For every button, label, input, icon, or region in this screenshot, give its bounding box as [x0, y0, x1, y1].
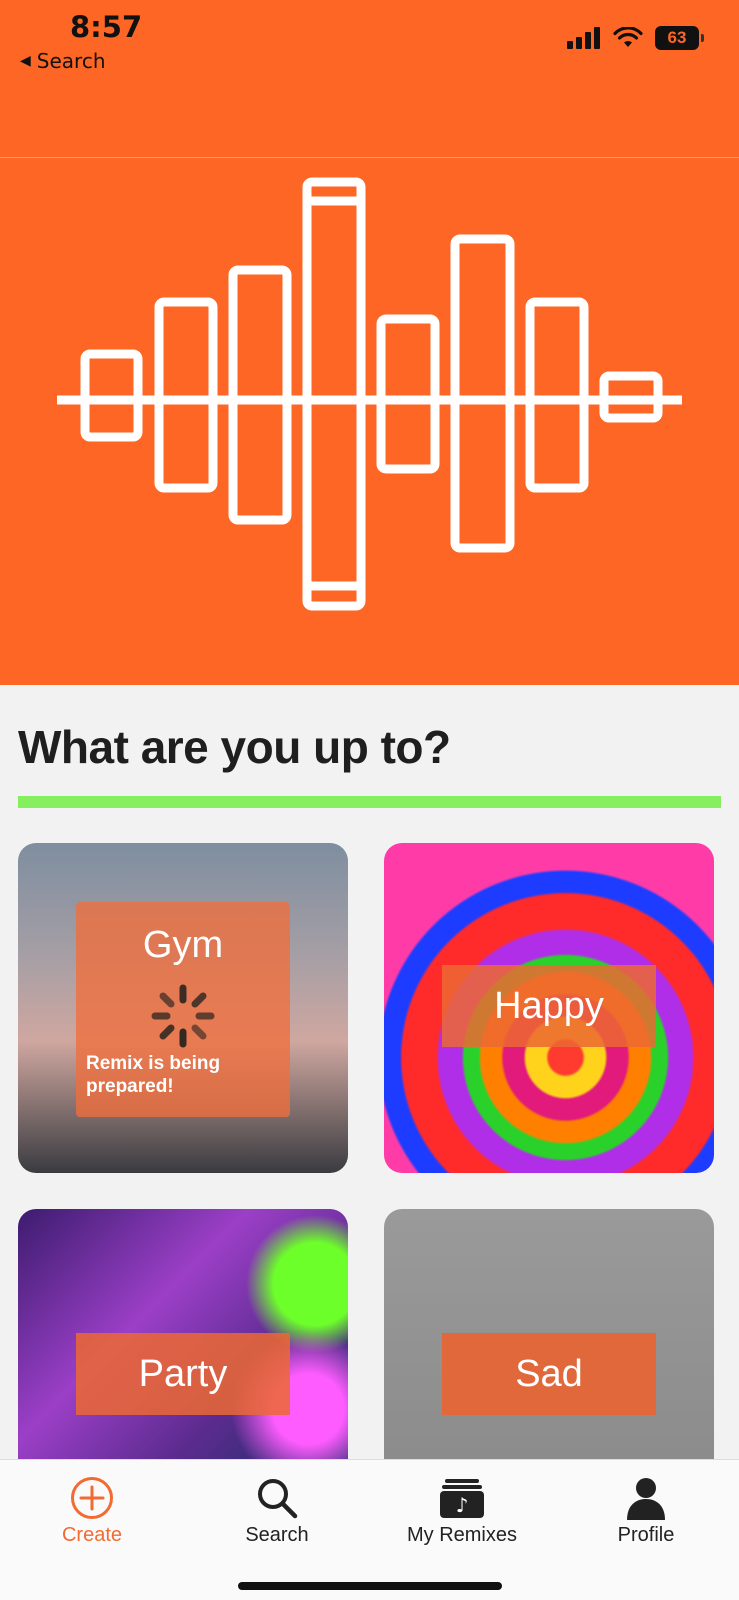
tab-bar: Create Search ♪ My Remixes Profile — [0, 1459, 739, 1600]
remix-progress-overlay: Gym Remix is being prepared! — [76, 902, 290, 1117]
mood-card-label: Happy — [442, 965, 656, 1047]
sound-wave-icon — [57, 177, 682, 611]
mood-card-sad[interactable]: Sad — [384, 1209, 714, 1459]
home-indicator — [238, 1582, 502, 1590]
tab-label: Create — [61, 1524, 123, 1546]
person-icon — [627, 1478, 665, 1520]
status-time: 8:57 — [70, 10, 143, 44]
mood-card-label: Party — [76, 1333, 290, 1415]
battery-level: 63 — [667, 28, 687, 47]
remix-status-text: Remix is being prepared! — [86, 1053, 221, 1097]
back-triangle-icon: ◀ — [20, 53, 31, 69]
mood-card-party[interactable]: Party — [18, 1209, 348, 1459]
tab-label: My Remixes — [406, 1524, 517, 1546]
tab-label: Search — [245, 1524, 309, 1546]
back-link-label: Search — [36, 49, 106, 73]
music-folder-icon: ♪ — [440, 1479, 484, 1518]
tab-my-remixes[interactable]: ♪ My Remixes — [382, 1472, 542, 1547]
wifi-icon — [613, 27, 643, 47]
back-to-search-link[interactable]: ◀ Search — [20, 49, 106, 73]
tab-create[interactable]: Create — [12, 1472, 172, 1547]
loading-spinner-icon — [151, 984, 215, 1048]
svg-text:♪: ♪ — [456, 1493, 469, 1517]
section-title: What are you up to? — [18, 721, 451, 773]
mood-card-gym[interactable]: Gym Remix is being prepared! — [18, 843, 348, 1173]
accent-bar — [18, 796, 721, 808]
plus-circle-icon — [71, 1477, 113, 1519]
hero-banner — [0, 158, 739, 685]
mood-card-happy[interactable]: Happy — [384, 843, 714, 1173]
battery-icon: 63 — [655, 26, 704, 50]
signal-icon — [567, 27, 600, 49]
search-icon — [258, 1479, 298, 1519]
mood-card-label: Gym — [142, 924, 224, 966]
tab-profile[interactable]: Profile — [566, 1472, 726, 1547]
tab-search[interactable]: Search — [197, 1472, 357, 1547]
status-icons: 63 — [567, 26, 704, 50]
mood-card-label: Sad — [442, 1333, 656, 1415]
status-bar: 8:57 ◀ Search 63 — [0, 0, 739, 158]
tab-label: Profile — [617, 1524, 675, 1546]
